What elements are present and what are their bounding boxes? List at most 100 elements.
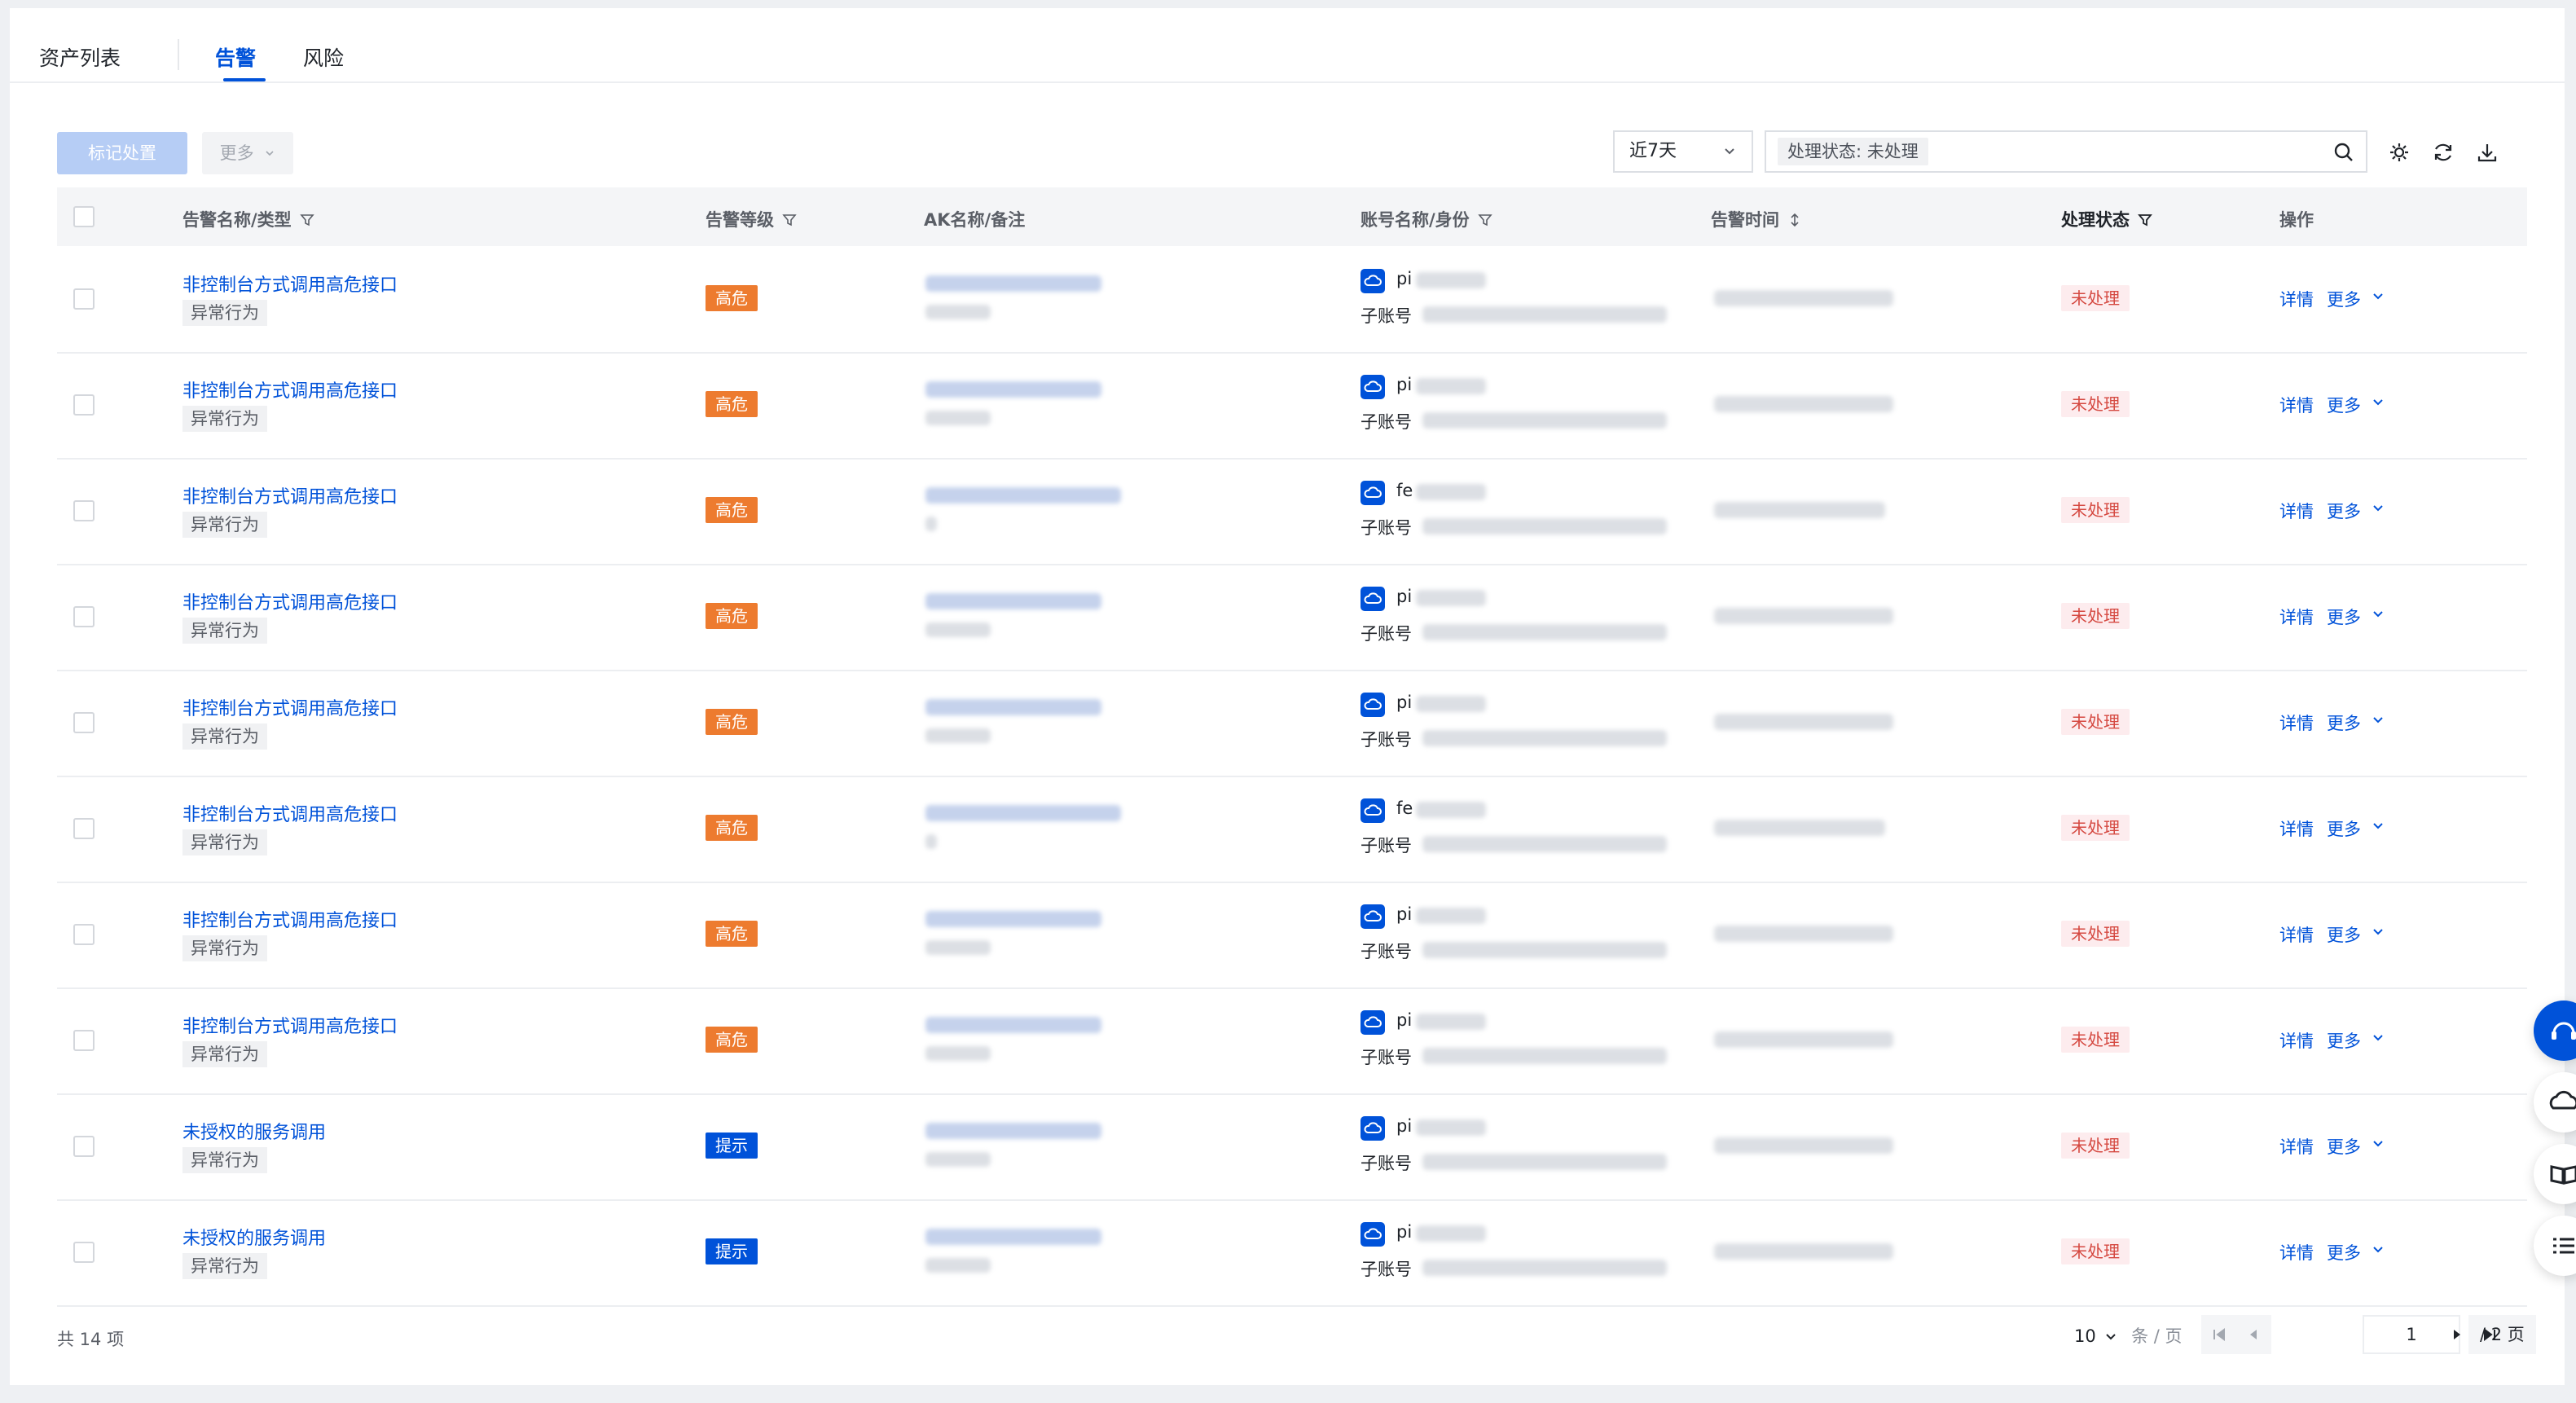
select-all-checkbox[interactable] [73, 206, 95, 227]
more-link[interactable]: 更多 [2327, 922, 2361, 947]
detail-link[interactable]: 详情 [2279, 1240, 2314, 1264]
mark-handled-button[interactable]: 标记处置 [57, 132, 187, 174]
more-link[interactable]: 更多 [2327, 499, 2361, 523]
tab-divider [178, 39, 179, 70]
table-row[interactable]: 非控制台方式调用高危接口 异常行为 高危 fe 子账号 未处理 详情 更多 [57, 458, 2527, 565]
detail-link[interactable]: 详情 [2279, 710, 2314, 735]
cloud-button[interactable] [2534, 1072, 2576, 1133]
search-icon[interactable] [2333, 142, 2354, 163]
alert-name-link[interactable]: 未授权的服务调用 [182, 1224, 326, 1250]
more-link[interactable]: 更多 [2327, 1028, 2361, 1053]
alert-type-tag: 异常行为 [182, 618, 267, 644]
more-link[interactable]: 更多 [2327, 1240, 2361, 1264]
ak-note-redacted [925, 940, 991, 955]
last-page-icon[interactable] [2478, 1315, 2503, 1354]
status-badge: 未处理 [2061, 815, 2130, 841]
alert-name-link[interactable]: 非控制台方式调用高危接口 [182, 906, 398, 932]
alert-level-tag: 高危 [706, 921, 758, 947]
refresh-icon[interactable] [2431, 140, 2455, 165]
sort-icon[interactable] [1787, 213, 1802, 227]
docs-button[interactable] [2534, 1144, 2576, 1204]
account-role: 子账号 [1361, 730, 1412, 750]
ak-name-redacted [925, 911, 1101, 927]
list-button[interactable] [2534, 1216, 2576, 1276]
prev-page-icon[interactable] [2240, 1315, 2265, 1354]
row-checkbox[interactable] [73, 1136, 95, 1157]
more-link[interactable]: 更多 [2327, 710, 2361, 735]
row-checkbox[interactable] [73, 500, 95, 521]
table-row[interactable]: 未授权的服务调用 异常行为 提示 pi 子账号 未处理 详情 更多 [57, 1199, 2527, 1307]
alert-name-link[interactable]: 非控制台方式调用高危接口 [182, 376, 398, 402]
detail-link[interactable]: 详情 [2279, 393, 2314, 417]
filter-tag-status[interactable]: 处理状态: 未处理 [1778, 138, 1928, 165]
filter-icon[interactable] [1477, 213, 1492, 227]
time-range-select[interactable]: 近7天 [1613, 130, 1753, 173]
more-link[interactable]: 更多 [2327, 816, 2361, 841]
alert-name-link[interactable]: 非控制台方式调用高危接口 [182, 800, 398, 826]
row-checkbox[interactable] [73, 818, 95, 839]
more-link[interactable]: 更多 [2327, 1134, 2361, 1159]
table-row[interactable]: 非控制台方式调用高危接口 异常行为 高危 pi 子账号 未处理 详情 更多 [57, 246, 2527, 354]
more-link[interactable]: 更多 [2327, 393, 2361, 417]
table-row[interactable]: 非控制台方式调用高危接口 异常行为 高危 pi 子账号 未处理 详情 更多 [57, 882, 2527, 989]
row-checkbox[interactable] [73, 394, 95, 416]
table-row[interactable]: 非控制台方式调用高危接口 异常行为 高危 pi 子账号 未处理 详情 更多 [57, 352, 2527, 460]
detail-link[interactable]: 详情 [2279, 816, 2314, 841]
tab-risks[interactable]: 风险 [303, 42, 344, 72]
detail-link[interactable]: 详情 [2279, 287, 2314, 311]
tab-asset-list[interactable]: 资产列表 [39, 42, 121, 72]
alert-type-tag: 异常行为 [182, 406, 267, 432]
row-checkbox[interactable] [73, 1242, 95, 1263]
detail-link[interactable]: 详情 [2279, 1134, 2314, 1159]
filter-search-box[interactable]: 处理状态: 未处理 [1765, 130, 2367, 173]
row-checkbox[interactable] [73, 924, 95, 945]
next-page-icon[interactable] [2444, 1315, 2468, 1354]
alert-name-link[interactable]: 非控制台方式调用高危接口 [182, 694, 398, 720]
table-row[interactable]: 非控制台方式调用高危接口 异常行为 高危 pi 子账号 未处理 详情 更多 [57, 987, 2527, 1095]
alert-name-link[interactable]: 非控制台方式调用高危接口 [182, 588, 398, 614]
more-actions-button[interactable]: 更多 [202, 132, 293, 174]
first-page-icon[interactable] [2206, 1315, 2231, 1354]
alert-type-tag: 异常行为 [182, 300, 267, 326]
alert-name-link[interactable]: 非控制台方式调用高危接口 [182, 1012, 398, 1038]
alert-type-tag: 异常行为 [182, 935, 267, 961]
detail-link[interactable]: 详情 [2279, 922, 2314, 947]
table-row[interactable]: 非控制台方式调用高危接口 异常行为 高危 pi 子账号 未处理 详情 更多 [57, 670, 2527, 777]
more-link[interactable]: 更多 [2327, 605, 2361, 629]
alert-level-tag: 高危 [706, 1027, 758, 1053]
download-icon[interactable] [2475, 140, 2499, 165]
alert-name-link[interactable]: 非控制台方式调用高危接口 [182, 270, 398, 297]
detail-link[interactable]: 详情 [2279, 499, 2314, 523]
filter-icon[interactable] [2138, 213, 2152, 227]
account-name-redacted [1416, 908, 1486, 924]
customer-service-button[interactable] [2534, 1001, 2576, 1061]
filter-icon[interactable] [299, 213, 314, 227]
alert-type-tag: 异常行为 [182, 723, 267, 750]
table-row[interactable]: 未授权的服务调用 异常行为 提示 pi 子账号 未处理 详情 更多 [57, 1093, 2527, 1201]
status-badge: 未处理 [2061, 1238, 2130, 1264]
alert-time-redacted [1714, 714, 1893, 730]
detail-link[interactable]: 详情 [2279, 1028, 2314, 1053]
row-checkbox[interactable] [73, 712, 95, 733]
account-name-redacted [1416, 1119, 1486, 1136]
account-role: 子账号 [1361, 306, 1412, 326]
more-link[interactable]: 更多 [2327, 287, 2361, 311]
page-size-select[interactable]: 10 条 / 页 [2074, 1323, 2183, 1348]
row-checkbox[interactable] [73, 1030, 95, 1051]
table-row[interactable]: 非控制台方式调用高危接口 异常行为 高危 pi 子账号 未处理 详情 更多 [57, 564, 2527, 671]
account-role: 子账号 [1361, 1154, 1412, 1173]
cloud-account-icon [1361, 798, 1385, 823]
detail-link[interactable]: 详情 [2279, 605, 2314, 629]
row-checkbox[interactable] [73, 288, 95, 310]
alert-name-link[interactable]: 非控制台方式调用高危接口 [182, 482, 398, 508]
gear-icon[interactable] [2387, 140, 2411, 165]
alert-name-link[interactable]: 未授权的服务调用 [182, 1118, 326, 1144]
tab-bar: 资产列表 告警 风险 [10, 8, 2565, 83]
tab-alerts[interactable]: 告警 [215, 42, 256, 72]
chevron-down-icon [2373, 505, 2383, 512]
filter-icon[interactable] [782, 213, 797, 227]
row-checkbox[interactable] [73, 606, 95, 627]
ak-name-redacted [925, 699, 1101, 715]
table-row[interactable]: 非控制台方式调用高危接口 异常行为 高危 fe 子账号 未处理 详情 更多 [57, 776, 2527, 883]
account-name: fe [1396, 481, 1413, 500]
